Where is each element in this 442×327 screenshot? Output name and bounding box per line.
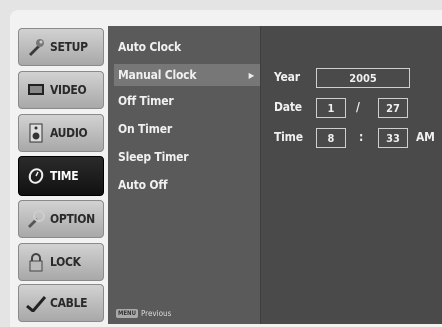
- tab-label: CABLE: [50, 296, 88, 310]
- am-pm-field[interactable]: AM: [416, 130, 435, 144]
- tab-video[interactable]: VIDEO: [18, 71, 104, 109]
- tab-audio[interactable]: AUDIO: [18, 114, 104, 152]
- padlock-icon: [25, 252, 47, 272]
- day-field[interactable]: 27: [378, 98, 408, 118]
- menu-item-label: Manual Clock: [118, 68, 197, 82]
- footer-label: Previous: [140, 309, 172, 318]
- tab-label: TIME: [50, 169, 79, 183]
- monitor-icon: [25, 80, 47, 100]
- speaker-icon: [25, 123, 47, 143]
- minute-field[interactable]: 33: [378, 128, 408, 148]
- tab-label: SETUP: [50, 40, 88, 54]
- tab-lock[interactable]: LOCK: [18, 243, 104, 281]
- menu-key-icon: MENU: [116, 309, 138, 318]
- date-separator: /: [356, 100, 360, 114]
- year-field[interactable]: 2005: [316, 68, 410, 88]
- clock-icon: [25, 166, 47, 186]
- tab-label: AUDIO: [50, 126, 88, 140]
- menu-item-auto-off[interactable]: Auto Off: [114, 174, 260, 196]
- time-separator: :: [359, 130, 364, 144]
- menu-item-auto-clock[interactable]: Auto Clock: [114, 36, 260, 58]
- menu-item-on-timer[interactable]: On Timer: [114, 118, 260, 140]
- menu-item-label: Auto Clock: [118, 40, 181, 54]
- tab-label: VIDEO: [50, 83, 87, 97]
- cable-icon: [25, 293, 47, 313]
- wrench-icon: [25, 37, 47, 57]
- tab-label: LOCK: [50, 255, 81, 269]
- menu-item-label: Auto Off: [118, 178, 168, 192]
- option-icon: [25, 209, 47, 229]
- menu-item-sleep-timer[interactable]: Sleep Timer: [114, 146, 260, 168]
- manual-clock-settings: Year 2005 Date 1 / 27 Time 8 : 33 AM: [268, 26, 442, 324]
- category-tabs: SETUP VIDEO AUDIO TIME OPTION LOCK CABLE: [18, 26, 104, 322]
- time-menu: Auto Clock Manual Clock ▶ Off Timer On Ti…: [108, 26, 261, 324]
- menu-footer: MENU Previous: [116, 309, 171, 318]
- hour-field[interactable]: 8: [316, 128, 346, 148]
- menu-item-label: Off Timer: [118, 94, 174, 108]
- month-field[interactable]: 1: [316, 98, 346, 118]
- osd-panel: Auto Clock Manual Clock ▶ Off Timer On Ti…: [108, 26, 442, 324]
- tab-setup[interactable]: SETUP: [18, 28, 104, 66]
- menu-item-label: On Timer: [118, 122, 172, 136]
- time-label: Time: [274, 130, 303, 144]
- menu-item-off-timer[interactable]: Off Timer: [114, 90, 260, 112]
- tab-option[interactable]: OPTION: [18, 200, 104, 238]
- date-label: Date: [274, 100, 302, 114]
- menu-item-label: Sleep Timer: [118, 150, 189, 164]
- year-label: Year: [274, 70, 300, 84]
- tab-time[interactable]: TIME: [18, 156, 104, 196]
- tab-cable[interactable]: CABLE: [18, 284, 104, 322]
- tab-label: OPTION: [50, 212, 95, 226]
- arrow-right-icon: ▶: [248, 70, 255, 80]
- menu-item-manual-clock[interactable]: Manual Clock ▶: [114, 64, 260, 86]
